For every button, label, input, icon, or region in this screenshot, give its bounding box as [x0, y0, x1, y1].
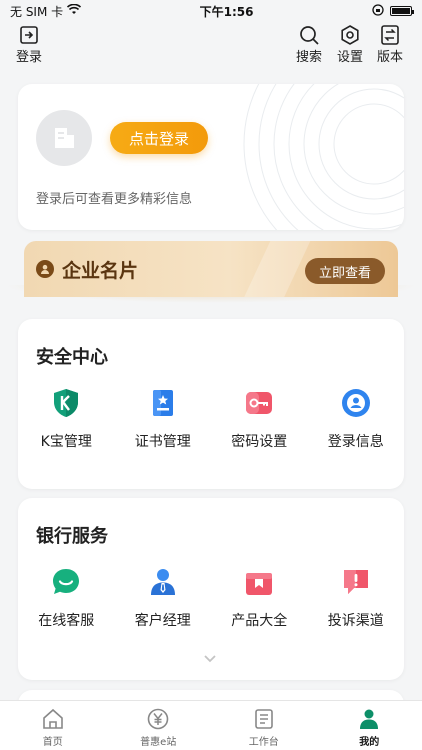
product-icon — [246, 573, 273, 595]
login-card: 点击登录 登录后可查看更多精彩信息 — [18, 84, 404, 230]
login-info-icon — [341, 389, 370, 417]
version-button[interactable]: 版本 — [377, 24, 403, 65]
person-badge-icon — [36, 260, 54, 278]
chevron-down-icon[interactable] — [203, 654, 217, 664]
security-center-title: 安全中心 — [36, 347, 108, 368]
grid-label: 产品大全 — [231, 613, 288, 629]
wifi-icon — [67, 3, 82, 18]
security-center-card: 安全中心 K宝管理 证书管理 密码设置 登录信息 — [18, 319, 404, 489]
avatar[interactable] — [36, 110, 92, 166]
business-card-banner[interactable]: 企业名片 立即查看 — [24, 241, 398, 297]
yuan-icon — [147, 708, 169, 730]
home-icon — [42, 708, 63, 729]
login-label: 登录 — [16, 50, 43, 65]
top-bar: 登录 搜索 设置 版本 — [0, 22, 422, 68]
login-button[interactable]: 登录 — [16, 24, 42, 65]
gear-icon — [341, 25, 359, 45]
bottom-tab-bar: 首页 普惠e站 工作台 我的 — [0, 700, 422, 750]
certificate-icon — [152, 390, 173, 416]
k-bao-management-item[interactable]: K宝管理 — [18, 387, 115, 451]
grid-label: 登录信息 — [327, 434, 384, 450]
login-hint: 登录后可查看更多精彩信息 — [36, 192, 193, 207]
status-bar: 无 SIM 卡 下午1:56 — [0, 0, 422, 22]
certificate-management-item[interactable]: 证书管理 — [115, 387, 212, 451]
grid-label: 在线客服 — [38, 613, 95, 629]
workbench-icon — [254, 709, 273, 729]
settings-label: 设置 — [337, 50, 364, 65]
search-button[interactable]: 搜索 — [296, 24, 322, 65]
online-service-item[interactable]: 在线客服 — [18, 566, 115, 630]
complaint-icon — [343, 570, 368, 594]
tab-label: 首页 — [42, 737, 63, 748]
building-icon — [55, 128, 74, 148]
carrier-label: 无 SIM 卡 — [10, 4, 64, 19]
battery-icon — [390, 6, 414, 16]
grid-label: K宝管理 — [40, 434, 92, 450]
status-time: 下午1:56 — [199, 4, 254, 19]
tab-puhui-estation[interactable]: 普惠e站 — [106, 701, 212, 750]
tab-workbench[interactable]: 工作台 — [211, 701, 317, 750]
version-label: 版本 — [377, 50, 404, 65]
tab-home[interactable]: 首页 — [0, 701, 106, 750]
chat-icon — [53, 569, 80, 594]
click-login-button[interactable]: 点击登录 — [110, 122, 208, 154]
key-icon — [246, 392, 273, 414]
product-catalog-item[interactable]: 产品大全 — [211, 566, 308, 630]
grid-label: 密码设置 — [231, 434, 288, 450]
bank-services-title: 银行服务 — [36, 526, 108, 547]
grid-label: 客户经理 — [134, 613, 191, 629]
decorative-arcs — [243, 84, 404, 230]
view-now-button[interactable]: 立即查看 — [305, 258, 385, 284]
person-icon — [360, 709, 379, 729]
password-settings-item[interactable]: 密码设置 — [211, 387, 308, 451]
tab-label: 普惠e站 — [140, 737, 177, 748]
login-info-item[interactable]: 登录信息 — [308, 387, 405, 451]
tab-label: 工作台 — [248, 737, 279, 748]
bank-services-card: 银行服务 在线客服 客户经理 产品大全 投诉渠道 — [18, 498, 404, 680]
tab-label: 我的 — [359, 737, 380, 748]
login-icon — [20, 26, 38, 44]
version-icon — [381, 25, 399, 45]
settings-button[interactable]: 设置 — [337, 24, 363, 65]
manager-icon — [150, 569, 175, 595]
complaint-channel-item[interactable]: 投诉渠道 — [308, 566, 405, 630]
grid-label: 投诉渠道 — [327, 613, 384, 629]
account-manager-item[interactable]: 客户经理 — [115, 566, 212, 630]
grid-label: 证书管理 — [134, 434, 191, 450]
tab-mine[interactable]: 我的 — [317, 701, 422, 750]
search-label: 搜索 — [296, 50, 323, 65]
k-shield-icon — [54, 389, 79, 417]
rotation-lock-icon — [372, 3, 384, 19]
search-icon — [300, 26, 319, 45]
business-card-title: 企业名片 — [62, 260, 139, 282]
